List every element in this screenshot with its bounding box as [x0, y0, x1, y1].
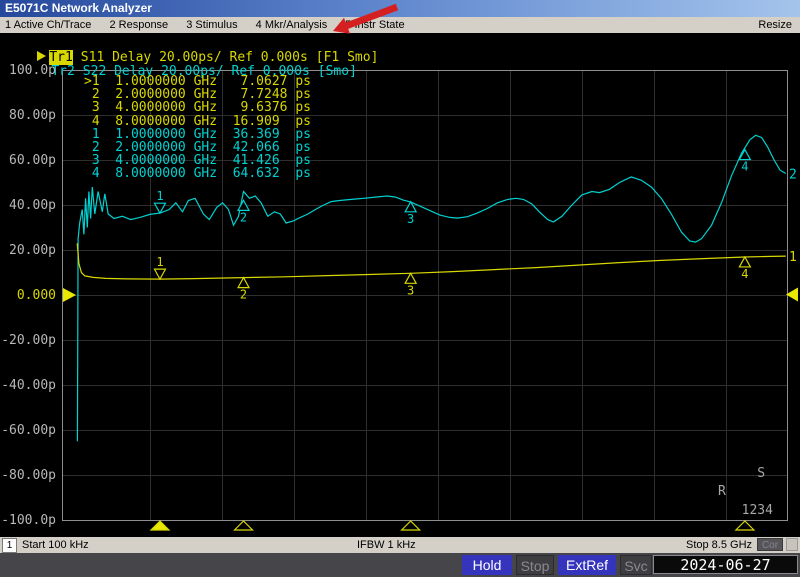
datetime-display: 2024-06-27 16:05 — [653, 555, 798, 577]
hold-indicator: Hold — [462, 555, 512, 575]
menu-active-ch-trace[interactable]: 1 Active Ch/Trace — [5, 17, 91, 33]
channel-indicator: 1 — [2, 538, 17, 553]
title-bar: E5071C Network Analyzer — [0, 0, 800, 17]
y-axis-tick: -60.00p — [1, 422, 56, 438]
y-axis-tick: -100.0p — [1, 512, 56, 528]
start-frequency-label: Start 100 kHz — [22, 539, 89, 551]
y-axis-tick: -40.00p — [1, 377, 56, 393]
marker-table-row: 4 8.0000000 GHz 64.632 ps — [84, 166, 311, 182]
svc-indicator: Svc — [620, 555, 652, 575]
marker-table: >1 1.0000000 GHz 7.0627 ps 2 2.0000000 G… — [84, 75, 311, 181]
status-bar: 1 Start 100 kHz IFBW 1 kHz Stop 8.5 GHz … — [0, 537, 800, 553]
y-axis-tick: 0.000 — [16, 287, 56, 303]
menu-instr-state[interactable]: 5 Instr State — [345, 17, 404, 33]
ifbw-label: IFBW 1 kHz — [357, 539, 416, 551]
menu-response[interactable]: 2 Response — [109, 17, 168, 33]
y-axis-tick: -80.00p — [1, 467, 56, 483]
y-axis-tick: 80.00p — [9, 107, 56, 123]
stop-frequency-label: Stop 8.5 GHz — [686, 539, 753, 551]
marker-table-row: 3 4.0000000 GHz 9.6376 ps — [84, 100, 311, 116]
y-axis-tick: -20.00p — [1, 332, 56, 348]
trace1-status-line[interactable]: Tr1 S11 Delay 20.00ps/ Ref 0.000s [F1 Smo] — [6, 35, 378, 65]
marker-table-row: 4 8.0000000 GHz 16.909 ps — [84, 113, 311, 129]
receiver-label: R — [718, 484, 726, 499]
y-axis-tick: 60.00p — [9, 152, 56, 168]
sweep-stop-indicator: Stop — [516, 555, 554, 575]
y-axis-tick: 40.00p — [9, 197, 56, 213]
y-axis-tick: 20.00p — [9, 242, 56, 258]
trace2-smoothing-tag: [Smo] — [317, 64, 357, 79]
extref-indicator: ExtRef — [558, 555, 616, 575]
menu-mkr-analysis[interactable]: 4 Mkr/Analysis — [256, 17, 328, 33]
status-corner-box — [786, 538, 798, 551]
app-window: E5071C Network Analyzer 1 Active Ch/Trac… — [0, 0, 800, 577]
window-title: E5071C Network Analyzer — [5, 1, 152, 15]
port-status-line: S — [726, 466, 766, 482]
instrument-status-bar: Hold Stop ExtRef Svc 2024-06-27 16:05 — [0, 553, 800, 577]
menu-resize[interactable]: Resize — [758, 17, 792, 33]
trace2-status-line[interactable]: Tr2 S22 Delay 20.00ps/ Ref 0.000s [Smo] — [20, 49, 357, 79]
port-status-line: 1234 — [726, 503, 773, 519]
y-axis-tick: 100.0p — [9, 62, 56, 78]
menu-stimulus[interactable]: 3 Stimulus — [186, 17, 237, 33]
menu-bar: 1 Active Ch/Trace 2 Response 3 Stimulus … — [0, 17, 800, 33]
correction-indicator: Cor — [757, 538, 783, 551]
